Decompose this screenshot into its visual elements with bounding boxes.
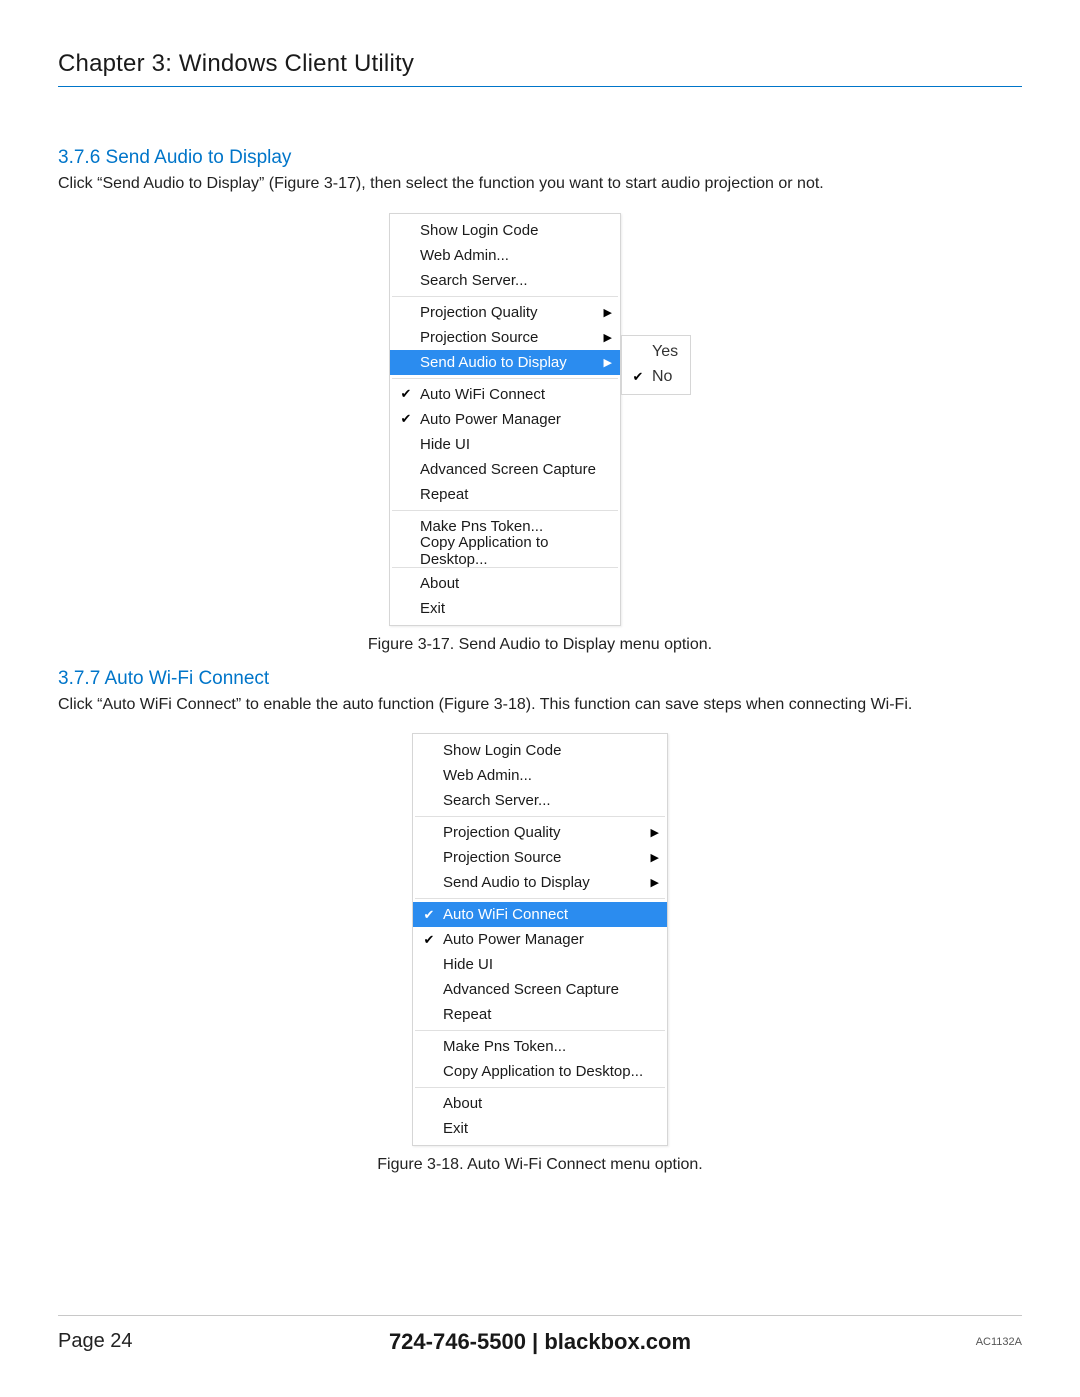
menu-label: Show Login Code [439,742,659,759]
menu-item-projection-quality[interactable]: Projection Quality ▶ [413,820,667,845]
submenu-arrow-icon: ▶ [598,331,612,344]
menu-label: Exit [439,1120,659,1137]
menu-label: Hide UI [416,436,612,453]
figure-3-17: Show Login Code Web Admin... Search Serv… [58,213,1022,654]
menu-item-repeat[interactable]: Repeat [390,482,620,507]
menu-item-show-login[interactable]: Show Login Code [413,738,667,763]
check-icon: ✔ [396,386,416,402]
menu-item-exit[interactable]: Exit [390,596,620,621]
menu-separator [415,1087,665,1088]
footer-sku: AC1132A [976,1336,1022,1348]
menu-item-about[interactable]: About [413,1091,667,1116]
menu-label: Auto Power Manager [439,931,659,948]
menu-item-web-admin[interactable]: Web Admin... [413,763,667,788]
figure-3-18: Show Login Code Web Admin... Search Serv… [58,733,1022,1174]
menu-label: Auto Power Manager [416,411,612,428]
menu-item-copy-app[interactable]: Copy Application to Desktop... [390,539,620,564]
menu-item-exit[interactable]: Exit [413,1116,667,1141]
menu-label: Copy Application to Desktop... [416,534,612,568]
menu-item-repeat[interactable]: Repeat [413,1002,667,1027]
check-icon: ✔ [628,369,648,385]
menu-item-copy-app[interactable]: Copy Application to Desktop... [413,1059,667,1084]
menu-label: Send Audio to Display [439,874,645,891]
section-body-376: Click “Send Audio to Display” (Figure 3-… [58,173,1022,195]
menu-item-search-server[interactable]: Search Server... [390,268,620,293]
menu-item-projection-source[interactable]: Projection Source ▶ [413,845,667,870]
menu-item-projection-source[interactable]: Projection Source ▶ [390,325,620,350]
submenu-arrow-icon: ▶ [645,851,659,864]
menu-item-auto-power[interactable]: ✔ Auto Power Manager [390,407,620,432]
menu-item-about[interactable]: About [390,571,620,596]
menu-label: Web Admin... [416,247,612,264]
menu-label: Projection Source [439,849,645,866]
menu-item-projection-quality[interactable]: Projection Quality ▶ [390,300,620,325]
menu-label: Repeat [439,1006,659,1023]
section-body-377: Click “Auto WiFi Connect” to enable the … [58,694,1022,716]
menu-separator [392,296,618,297]
menu-separator [415,1030,665,1031]
menu-item-send-audio[interactable]: Send Audio to Display ▶ [390,350,620,375]
submenu-send-audio: Yes ✔ No [621,335,691,395]
menu-label: Auto WiFi Connect [416,386,612,403]
menu-label: Projection Quality [416,304,598,321]
figure-caption-318: Figure 3-18. Auto Wi-Fi Connect menu opt… [377,1156,703,1174]
menu-item-make-token[interactable]: Make Pns Token... [413,1034,667,1059]
menu-item-auto-wifi[interactable]: ✔ Auto WiFi Connect [390,382,620,407]
menu-label: Search Server... [439,792,659,809]
menu-item-show-login[interactable]: Show Login Code [390,218,620,243]
menu-item-hide-ui[interactable]: Hide UI [413,952,667,977]
menu-label: About [416,575,612,592]
menu-item-adv-capture[interactable]: Advanced Screen Capture [390,457,620,482]
figure-caption-317: Figure 3-17. Send Audio to Display menu … [368,636,712,654]
menu-label: Send Audio to Display [416,354,598,371]
menu-separator [392,510,618,511]
menu-label: Yes [648,343,682,361]
menu-item-web-admin[interactable]: Web Admin... [390,243,620,268]
menu-item-send-audio[interactable]: Send Audio to Display ▶ [413,870,667,895]
menu-label: Web Admin... [439,767,659,784]
check-icon: ✔ [419,907,439,923]
chapter-title: Chapter 3: Windows Client Utility [58,50,1022,87]
menu-item-hide-ui[interactable]: Hide UI [390,432,620,457]
check-icon: ✔ [419,932,439,948]
footer-contact: 724-746-5500 | blackbox.com [58,1329,1022,1355]
page-footer: Page 24 724-746-5500 | blackbox.com AC11… [58,1315,1022,1353]
menu-item-adv-capture[interactable]: Advanced Screen Capture [413,977,667,1002]
menu-label: About [439,1095,659,1112]
menu-item-auto-power[interactable]: ✔ Auto Power Manager [413,927,667,952]
menu-separator [415,898,665,899]
submenu-item-yes[interactable]: Yes [622,340,690,365]
menu-separator [392,378,618,379]
menu-separator [415,816,665,817]
menu-label: Make Pns Token... [439,1038,659,1055]
menu-label: No [648,368,682,386]
menu-label: Projection Source [416,329,598,346]
menu-label: Hide UI [439,956,659,973]
submenu-item-no[interactable]: ✔ No [622,365,690,390]
context-menu-317: Show Login Code Web Admin... Search Serv… [389,213,621,626]
menu-label: Make Pns Token... [416,518,612,535]
menu-item-auto-wifi[interactable]: ✔ Auto WiFi Connect [413,902,667,927]
menu-item-search-server[interactable]: Search Server... [413,788,667,813]
menu-label: Advanced Screen Capture [416,461,612,478]
context-menu-318: Show Login Code Web Admin... Search Serv… [412,733,668,1146]
menu-label: Show Login Code [416,222,612,239]
menu-label: Search Server... [416,272,612,289]
check-icon: ✔ [396,411,416,427]
section-heading-377: 3.7.7 Auto Wi-Fi Connect [58,668,1022,690]
submenu-arrow-icon: ▶ [598,306,612,319]
page-number: Page 24 [58,1330,133,1353]
submenu-arrow-icon: ▶ [645,826,659,839]
menu-label: Repeat [416,486,612,503]
submenu-arrow-icon: ▶ [645,876,659,889]
menu-label: Auto WiFi Connect [439,906,659,923]
menu-label: Advanced Screen Capture [439,981,659,998]
menu-label: Projection Quality [439,824,645,841]
menu-label: Exit [416,600,612,617]
submenu-arrow-icon: ▶ [598,356,612,369]
section-heading-376: 3.7.6 Send Audio to Display [58,147,1022,169]
menu-label: Copy Application to Desktop... [439,1063,659,1080]
